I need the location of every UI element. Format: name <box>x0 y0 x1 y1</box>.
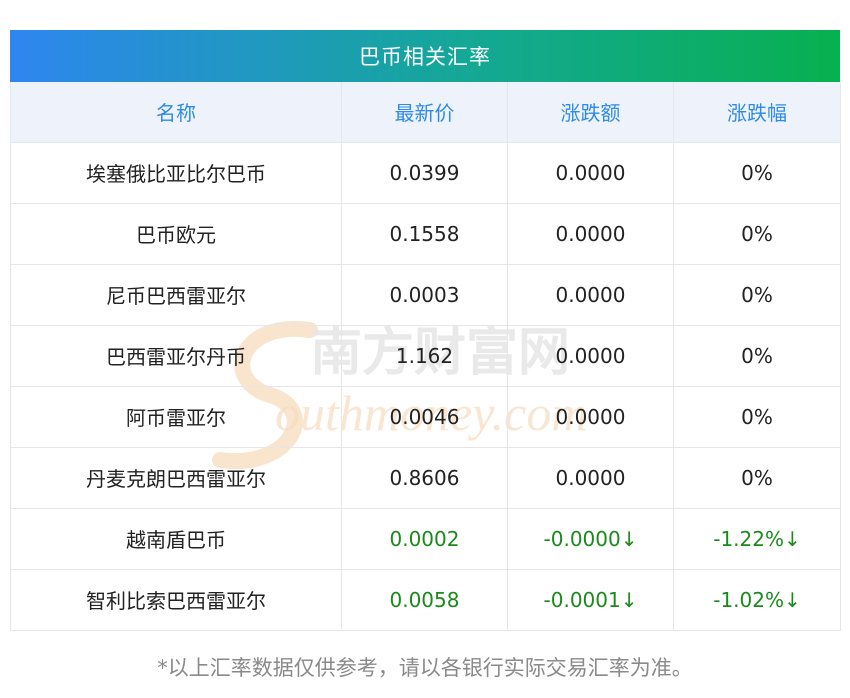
change-percent: 0% <box>673 141 841 204</box>
latest-price: 0.0058 <box>341 568 508 631</box>
change-amount: 0.0000 <box>507 202 674 265</box>
latest-price: 0.0046 <box>341 385 508 448</box>
change-amount: -0.0001↓ <box>507 568 674 631</box>
col-header-name: 名称 <box>10 82 342 143</box>
table-row: 丹麦克朗巴西雷亚尔 0.8606 0.0000 0% <box>10 446 841 509</box>
latest-price: 0.0002 <box>341 507 508 570</box>
change-amount: 0.0000 <box>507 385 674 448</box>
pair-name: 越南盾巴币 <box>10 507 342 570</box>
latest-price: 0.1558 <box>341 202 508 265</box>
change-amount: 0.0000 <box>507 324 674 387</box>
rates-panel: 巴币相关汇率 南方财富网 outhmoney.com 名称 最新价 涨跌额 涨跌… <box>10 30 841 631</box>
col-header-change: 涨跌额 <box>507 82 674 143</box>
table-header-row: 名称 最新价 涨跌额 涨跌幅 <box>10 82 841 143</box>
col-header-price: 最新价 <box>341 82 508 143</box>
pair-name: 巴币欧元 <box>10 202 342 265</box>
pair-name: 埃塞俄比亚比尔巴币 <box>10 141 342 204</box>
table-row: 智利比索巴西雷亚尔 0.0058 -0.0001↓ -1.02%↓ <box>10 568 841 631</box>
pair-name: 尼币巴西雷亚尔 <box>10 263 342 326</box>
table-row: 埃塞俄比亚比尔巴币 0.0399 0.0000 0% <box>10 141 841 204</box>
latest-price: 1.162 <box>341 324 508 387</box>
change-amount: 0.0000 <box>507 141 674 204</box>
table-row: 阿币雷亚尔 0.0046 0.0000 0% <box>10 385 841 448</box>
table-row: 巴币欧元 0.1558 0.0000 0% <box>10 202 841 265</box>
change-percent: 0% <box>673 202 841 265</box>
latest-price: 0.8606 <box>341 446 508 509</box>
pair-name: 智利比索巴西雷亚尔 <box>10 568 342 631</box>
change-amount: -0.0000↓ <box>507 507 674 570</box>
disclaimer-note: *以上汇率数据仅供参考，请以各银行实际交易汇率为准。 <box>157 656 693 680</box>
latest-price: 0.0003 <box>341 263 508 326</box>
pair-name: 丹麦克朗巴西雷亚尔 <box>10 446 342 509</box>
table-row: 巴西雷亚尔丹币 1.162 0.0000 0% <box>10 324 841 387</box>
change-percent: 0% <box>673 446 841 509</box>
table-row: 越南盾巴币 0.0002 -0.0000↓ -1.22%↓ <box>10 507 841 570</box>
change-amount: 0.0000 <box>507 446 674 509</box>
latest-price: 0.0399 <box>341 141 508 204</box>
change-percent: 0% <box>673 324 841 387</box>
pair-name: 巴西雷亚尔丹币 <box>10 324 342 387</box>
pair-name: 阿币雷亚尔 <box>10 385 342 448</box>
col-header-percent: 涨跌幅 <box>673 82 841 143</box>
change-percent: 0% <box>673 385 841 448</box>
panel-title: 巴币相关汇率 <box>10 30 840 82</box>
change-percent: -1.02%↓ <box>673 568 841 631</box>
table-row: 尼币巴西雷亚尔 0.0003 0.0000 0% <box>10 263 841 326</box>
change-percent: -1.22%↓ <box>673 507 841 570</box>
change-percent: 0% <box>673 263 841 326</box>
change-amount: 0.0000 <box>507 263 674 326</box>
rates-table: 名称 最新价 涨跌额 涨跌幅 埃塞俄比亚比尔巴币 0.0399 0.0000 0… <box>10 82 841 631</box>
